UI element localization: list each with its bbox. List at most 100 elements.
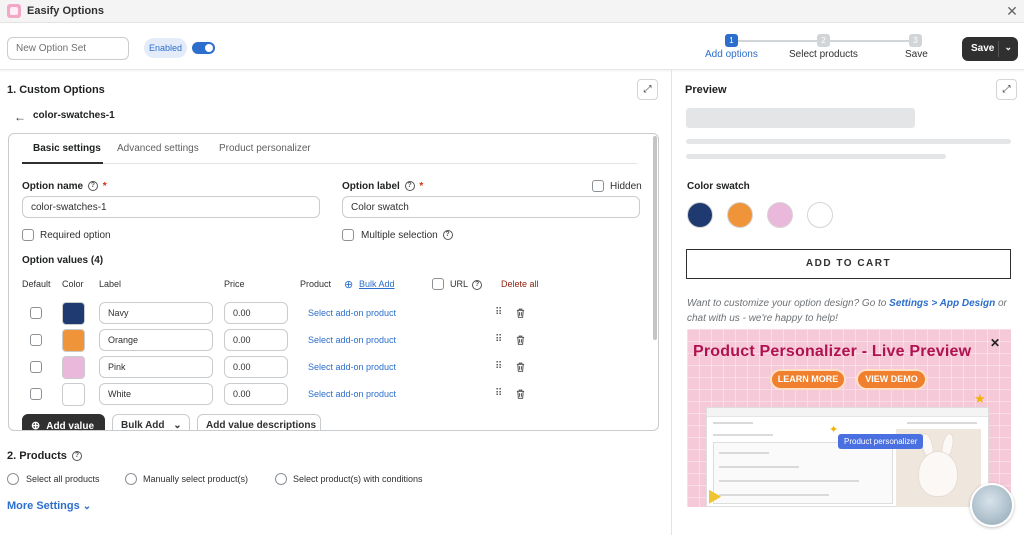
plus-circle-icon[interactable]: ⊕ bbox=[344, 278, 353, 291]
multiple-selection-checkbox[interactable] bbox=[342, 229, 354, 241]
preview-title: Preview bbox=[685, 84, 727, 96]
col-price: Price bbox=[224, 279, 245, 289]
bulk-add-button[interactable]: Bulk Add ⌄ bbox=[112, 414, 190, 430]
drag-handle-icon[interactable]: ⠿ bbox=[495, 307, 502, 318]
tab-advanced-settings[interactable]: Advanced settings bbox=[117, 143, 199, 154]
radio-all-products[interactable] bbox=[7, 473, 19, 485]
app-design-link[interactable]: Settings > App Design bbox=[889, 298, 995, 309]
value-price-input[interactable] bbox=[224, 356, 288, 378]
learn-more-button[interactable]: LEARN MORE bbox=[770, 369, 846, 390]
option-name-label: Option name ? * bbox=[22, 181, 107, 192]
color-swatch[interactable] bbox=[62, 356, 85, 379]
step-3-label[interactable]: Save bbox=[905, 49, 928, 60]
trash-icon[interactable] bbox=[516, 362, 525, 372]
card-scrollbar[interactable] bbox=[653, 136, 657, 340]
more-settings-link[interactable]: More Settings ⌄ bbox=[7, 500, 91, 512]
drag-handle-icon[interactable]: ⠿ bbox=[495, 361, 502, 372]
trash-icon[interactable] bbox=[516, 389, 525, 399]
add-to-cart-button[interactable]: ADD TO CART bbox=[686, 249, 1011, 279]
mini-line bbox=[713, 422, 753, 424]
radio-manual-products-label: Manually select product(s) bbox=[143, 474, 249, 484]
custom-options-title: 1. Custom Options bbox=[7, 84, 105, 96]
drag-handle-icon[interactable]: ⠿ bbox=[495, 334, 502, 345]
radio-conditions-products[interactable] bbox=[275, 473, 287, 485]
bulk-add-link[interactable]: Bulk Add bbox=[359, 279, 395, 289]
add-value-label: Add value bbox=[46, 421, 95, 430]
required-option-checkbox[interactable] bbox=[22, 229, 34, 241]
delete-all-link[interactable]: Delete all bbox=[501, 279, 539, 289]
close-icon[interactable]: ✕ bbox=[1003, 2, 1021, 20]
add-value-button[interactable]: ⊕ Add value bbox=[22, 414, 105, 430]
enabled-toggle[interactable] bbox=[192, 42, 215, 54]
step-2-number[interactable]: 2 bbox=[817, 34, 830, 47]
promo-banner[interactable]: Product Personalizer - Live Preview ✕ LE… bbox=[687, 329, 1011, 507]
option-label-input[interactable] bbox=[342, 196, 640, 218]
hidden-checkbox[interactable] bbox=[592, 180, 604, 192]
chevron-down-icon: ⌄ bbox=[173, 420, 182, 430]
expand-icon[interactable]: ⤢ bbox=[996, 79, 1017, 100]
chevron-down-icon[interactable]: ⌄ bbox=[1004, 42, 1012, 53]
chat-link[interactable]: chat with us bbox=[687, 313, 740, 324]
mini-line bbox=[719, 480, 859, 482]
mini-titlebar bbox=[707, 408, 988, 417]
color-swatch[interactable] bbox=[62, 329, 85, 352]
url-checkbox[interactable] bbox=[432, 278, 444, 290]
preview-color-swatch[interactable] bbox=[727, 202, 753, 228]
tab-product-personalizer[interactable]: Product personalizer bbox=[219, 143, 311, 154]
option-set-name-input[interactable] bbox=[7, 37, 129, 60]
default-checkbox[interactable] bbox=[30, 334, 42, 346]
bulk-add-label: Bulk Add bbox=[121, 420, 165, 430]
select-addon-product-link[interactable]: Select add-on product bbox=[308, 362, 396, 372]
view-demo-button[interactable]: VIEW DEMO bbox=[856, 369, 927, 390]
select-addon-product-link[interactable]: Select add-on product bbox=[308, 308, 396, 318]
drag-handle-icon[interactable]: ⠿ bbox=[495, 388, 502, 399]
mini-line bbox=[907, 422, 977, 424]
select-addon-product-link[interactable]: Select add-on product bbox=[308, 335, 396, 345]
card-buttons-clip: ⊕ Add value Bulk Add ⌄ Add value descript… bbox=[8, 400, 659, 430]
trash-icon[interactable] bbox=[516, 335, 525, 345]
add-value-descriptions-button[interactable]: Add value descriptions bbox=[197, 414, 321, 430]
preview-color-swatch[interactable] bbox=[767, 202, 793, 228]
col-label: Label bbox=[99, 279, 122, 289]
mini-line bbox=[719, 466, 799, 468]
sparkle-icon: ✦ bbox=[829, 424, 839, 436]
select-addon-product-link[interactable]: Select add-on product bbox=[308, 389, 396, 399]
chat-avatar[interactable] bbox=[970, 483, 1014, 527]
value-price-input[interactable] bbox=[224, 302, 288, 324]
step-1-number[interactable]: 1 bbox=[725, 34, 738, 47]
skeleton-title bbox=[686, 108, 915, 128]
help-icon[interactable]: ? bbox=[404, 181, 415, 192]
preview-swatch-label: Color swatch bbox=[687, 181, 750, 192]
close-icon[interactable]: ✕ bbox=[990, 336, 1000, 350]
plus-circle-icon: ⊕ bbox=[31, 420, 41, 430]
help-icon[interactable]: ? bbox=[442, 230, 453, 241]
trash-icon[interactable] bbox=[516, 308, 525, 318]
preview-color-swatch[interactable] bbox=[687, 202, 713, 228]
expand-icon[interactable]: ⤢ bbox=[637, 79, 658, 100]
default-checkbox[interactable] bbox=[30, 361, 42, 373]
note-prefix: Want to customize your option design? Go… bbox=[687, 298, 890, 309]
option-name-input[interactable] bbox=[22, 196, 320, 218]
help-icon[interactable]: ? bbox=[472, 279, 483, 290]
help-icon[interactable]: ? bbox=[71, 451, 82, 462]
chevron-down-icon: ⌄ bbox=[82, 501, 92, 512]
value-label-input[interactable] bbox=[99, 329, 213, 351]
save-button[interactable]: Save ⌄ bbox=[962, 37, 1018, 61]
radio-manual-products[interactable] bbox=[125, 473, 137, 485]
default-checkbox[interactable] bbox=[30, 388, 42, 400]
step-3-number[interactable]: 3 bbox=[909, 34, 922, 47]
step-1-label[interactable]: Add options bbox=[705, 49, 758, 60]
default-checkbox[interactable] bbox=[30, 307, 42, 319]
value-label-input[interactable] bbox=[99, 356, 213, 378]
help-icon[interactable]: ? bbox=[87, 181, 98, 192]
back-arrow-icon[interactable]: ← bbox=[14, 110, 26, 124]
color-swatch[interactable] bbox=[62, 302, 85, 325]
value-price-input[interactable] bbox=[224, 329, 288, 351]
option-values-title: Option values (4) bbox=[22, 255, 104, 266]
tab-basic-settings[interactable]: Basic settings bbox=[33, 143, 101, 154]
preview-color-swatch[interactable] bbox=[807, 202, 833, 228]
step-2-label[interactable]: Select products bbox=[789, 49, 858, 60]
col-url-text: URL bbox=[450, 279, 468, 289]
value-label-input[interactable] bbox=[99, 302, 213, 324]
panel-divider bbox=[671, 70, 672, 535]
